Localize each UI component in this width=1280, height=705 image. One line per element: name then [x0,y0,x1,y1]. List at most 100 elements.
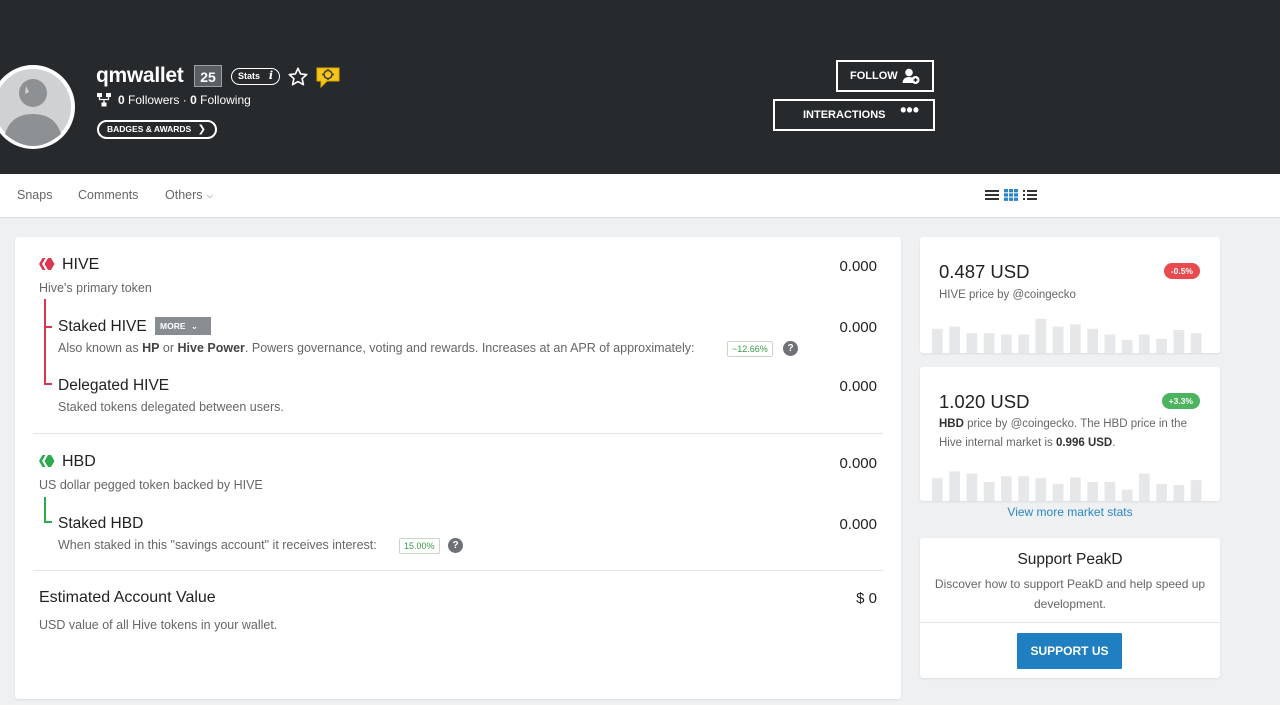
price-history-bar [1001,334,1012,353]
price-history-bar [1121,339,1133,353]
price-history-bar [1139,473,1150,501]
staked-hive-amount[interactable]: 0.000 [839,319,877,336]
price-history-bar [1139,334,1150,353]
badges-awards-button[interactable]: BADGES & AWARDS ❯ [97,120,217,139]
support-card: Support PeakD Discover how to support Pe… [920,538,1220,678]
tab-others[interactable]: Others ⌵ [165,188,213,202]
interest-badge: 15.00% [399,538,440,554]
price-history-bar [1156,338,1167,353]
price-history-bar [983,482,995,501]
staked-hbd-amount[interactable]: 0.000 [839,516,877,533]
following-label[interactable]: Following [200,93,251,107]
hbd-amount[interactable]: 0.000 [839,455,877,472]
stats-button[interactable]: Stats i [231,68,280,85]
hbd-price-sparkline [932,471,1202,501]
hbd-price-card: 1.020 USD +3.3% HBD price by @coingecko.… [920,367,1220,501]
hive-amount[interactable]: 0.000 [839,258,877,275]
followers-tree-icon [97,93,111,107]
username: qmwallet [96,64,184,87]
profile-tabs: Snaps Comments Others ⌵ [0,174,1280,218]
price-history-bar [1001,476,1012,501]
support-title: Support PeakD [1017,551,1123,568]
price-history-bar [1156,483,1167,501]
price-history-bar [1173,485,1185,501]
price-history-bar [1052,483,1064,501]
view-market-stats-link[interactable]: View more market stats [920,505,1220,519]
avatar[interactable] [0,60,75,154]
price-history-bar [1035,478,1047,501]
interactions-button[interactable]: INTERACTIONS ••• [773,99,935,131]
chevron-right-icon: ❯ [197,124,206,135]
hive-tree-branch [44,383,52,385]
estimated-value-amount: $ 0 [856,590,877,607]
apr-badge: ~12.66% [727,341,773,357]
grid-view-icon[interactable] [1004,189,1018,201]
hbd-price-desc-text: . [1112,437,1116,449]
price-history-bar [1190,480,1202,501]
followers-line: 0 Followers · 0 Following [96,93,251,107]
help-icon[interactable]: ? [448,538,463,553]
hbd-price-value: 1.020 USD [939,391,1030,412]
section-divider [33,433,883,434]
hbd-term: HBD [939,418,964,430]
staked-hive-description: Also known as HP or Hive Power. Powers g… [58,341,694,355]
tab-snaps[interactable]: Snaps [17,188,52,202]
price-history-bar [1121,489,1133,501]
staked-hbd-description: When staked in this "savings account" it… [58,538,377,552]
delegated-hive-description: Staked tokens delegated between users. [58,400,284,414]
price-history-bar [1070,324,1081,353]
price-history-bar [932,478,943,501]
interactions-label: INTERACTIONS [803,109,886,121]
hive-tree-branch [44,326,52,328]
hbd-tree-branch [44,521,52,523]
tab-comments[interactable]: Comments [78,188,138,202]
estimated-value-title: Estimated Account Value [39,589,216,606]
support-us-button[interactable]: SUPPORT US [1017,633,1122,669]
delegated-hive-title: Delegated HIVE [58,377,170,394]
follow-label: FOLLOW [850,70,898,82]
hp-term: HP [142,341,160,355]
chevron-down-icon: ⌄ [190,321,198,331]
community-badge-icon[interactable] [315,65,341,89]
price-history-bar [966,333,978,353]
followers-count[interactable]: 0 [118,93,125,107]
hive-price-card: 0.487 USD -0.5% HIVE price by @coingecko [920,237,1220,353]
following-count[interactable]: 0 [190,93,197,107]
stats-label: Stats [238,71,261,81]
hive-tree-line [44,299,46,385]
price-history-bar [1104,334,1116,353]
chevron-down-icon: ⌵ [206,190,214,200]
view-mode-switcher [985,189,1042,207]
price-history-bar [1173,330,1185,353]
hive-price-value: 0.487 USD [939,261,1030,282]
compact-list-icon[interactable] [1023,189,1037,201]
staked-hive-desc-text: . Powers governance, voting and rewards.… [244,341,695,355]
help-icon[interactable]: ? [783,341,798,356]
reputation-badge: 25 [194,65,222,87]
price-history-bar [1087,482,1098,501]
list-view-icon[interactable] [985,189,999,201]
staked-hbd-title: Staked HBD [58,515,144,532]
staked-hive-desc-text: or [159,341,178,355]
star-icon[interactable] [287,66,309,88]
price-history-bar [1190,333,1202,353]
price-history-bar [966,473,978,501]
price-history-bar [949,326,960,353]
price-history-bar [1104,482,1116,501]
follow-button[interactable]: FOLLOW [836,60,934,92]
price-history-bar [983,333,995,353]
price-history-bar [1070,477,1081,501]
tab-others-label: Others [165,188,203,202]
delegated-hive-amount[interactable]: 0.000 [839,378,877,395]
staked-hive-more-button[interactable]: MORE ⌄ [155,317,211,335]
hive-title: HIVE [62,256,100,273]
estimated-value-description: USD value of all Hive tokens in your wal… [39,618,278,632]
price-history-bar [1035,318,1047,353]
wallet-card: HIVE Hive's primary token 0.000 Staked H… [15,237,901,699]
hive-power-term: Hive Power [177,341,245,355]
followers-label[interactable]: Followers [128,93,179,107]
hive-price-sparkline [932,318,1202,353]
more-label: MORE [160,321,186,331]
price-history-bar [949,471,960,501]
hbd-price-description: HBD price by @coingecko. The HBD price i… [939,415,1205,453]
